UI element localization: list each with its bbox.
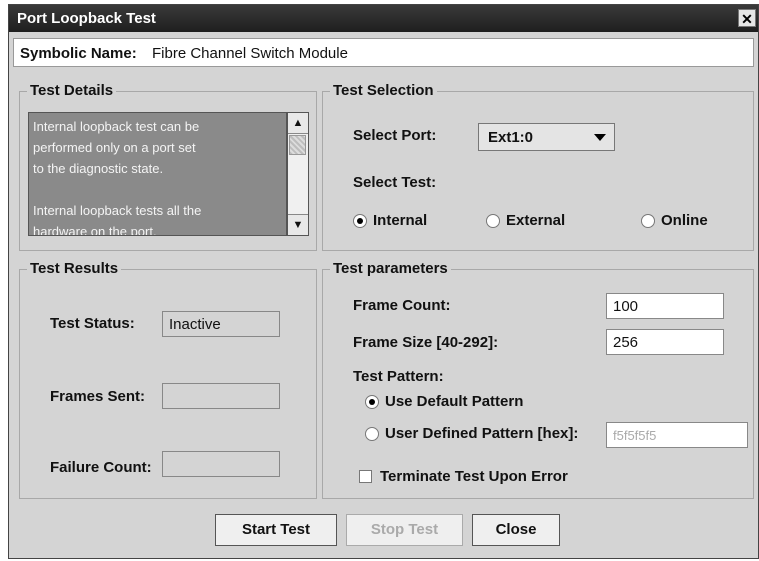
title-bar[interactable]: Port Loopback Test ✕ [9, 5, 758, 32]
chevron-down-icon [594, 134, 606, 141]
port-loopback-dialog: Port Loopback Test ✕ Symbolic Name: Fibr… [8, 4, 759, 559]
symbolic-name-value: Fibre Channel Switch Module [152, 45, 348, 62]
test-results-group: Test Results Test Status: Inactive Frame… [19, 260, 317, 499]
details-line: hardware on the port, [33, 224, 157, 236]
select-port-label: Select Port: [353, 127, 437, 144]
frames-sent-field [162, 383, 280, 409]
close-icon[interactable]: ✕ [738, 9, 756, 27]
user-pattern-input[interactable]: f5f5f5f5 [606, 422, 748, 448]
radio-user-pattern[interactable]: User Defined Pattern [hex]: [365, 425, 578, 442]
scroll-thumb[interactable] [289, 135, 306, 155]
test-parameters-legend: Test parameters [330, 260, 451, 277]
terminate-on-error-checkbox[interactable]: Terminate Test Upon Error [359, 468, 568, 485]
symbolic-name-label: Symbolic Name: [20, 45, 137, 62]
radio-selected-icon [353, 213, 367, 228]
terminate-on-error-label: Terminate Test Upon Error [380, 468, 568, 485]
user-pattern-label: User Defined Pattern [hex]: [385, 425, 579, 442]
test-selection-group: Test Selection Select Port: Ext1:0 Selec… [322, 82, 754, 251]
details-line: Internal loopback tests all the [33, 203, 202, 218]
radio-online[interactable]: Online [641, 212, 708, 229]
port-select[interactable]: Ext1:0 [478, 123, 615, 151]
details-scrollbar[interactable]: ▲ ▼ [287, 112, 309, 236]
frame-count-input[interactable]: 100 [606, 293, 724, 319]
test-parameters-group: Test parameters Frame Count: 100 Frame S… [322, 260, 754, 499]
test-pattern-label: Test Pattern: [353, 368, 444, 385]
radio-online-label: Online [661, 212, 708, 229]
failure-count-label: Failure Count: [50, 459, 152, 476]
test-status-label: Test Status: [50, 315, 135, 332]
close-button[interactable]: Close [472, 514, 560, 546]
checkbox-unchecked-icon [359, 470, 372, 483]
frame-size-label: Frame Size [40-292]: [353, 334, 499, 351]
failure-count-field [162, 451, 280, 477]
default-pattern-label: Use Default Pattern [385, 393, 524, 410]
start-test-button[interactable]: Start Test [215, 514, 337, 546]
test-details-group: Test Details Internal loopback test can … [19, 82, 317, 251]
details-line [33, 179, 282, 200]
radio-unselected-icon [641, 213, 655, 228]
frame-size-input[interactable]: 256 [606, 329, 724, 355]
test-details-text[interactable]: Internal loopback test can be performed … [28, 112, 287, 236]
radio-internal[interactable]: Internal [353, 212, 427, 229]
test-selection-legend: Test Selection [330, 82, 437, 99]
select-test-label: Select Test: [353, 174, 437, 191]
radio-unselected-icon [365, 426, 379, 441]
stop-test-button[interactable]: Stop Test [346, 514, 463, 546]
test-details-legend: Test Details [27, 82, 117, 99]
test-results-legend: Test Results [27, 260, 122, 277]
radio-selected-icon [365, 394, 379, 409]
details-line: to the diagnostic state. [33, 161, 164, 176]
radio-unselected-icon [486, 213, 500, 228]
frame-count-label: Frame Count: [353, 297, 451, 314]
details-line: performed only on a port set [33, 140, 196, 155]
radio-default-pattern[interactable]: Use Default Pattern [365, 393, 523, 410]
port-select-value: Ext1:0 [488, 129, 534, 146]
radio-external-label: External [506, 212, 566, 229]
details-line: Internal loopback test can be [33, 119, 200, 134]
frames-sent-label: Frames Sent: [50, 388, 146, 405]
scroll-down-icon[interactable]: ▼ [288, 214, 308, 235]
test-status-field: Inactive [162, 311, 280, 337]
radio-internal-label: Internal [373, 212, 428, 229]
window-title: Port Loopback Test [17, 10, 156, 27]
symbolic-name-bar: Symbolic Name: Fibre Channel Switch Modu… [13, 38, 754, 67]
radio-external[interactable]: External [486, 212, 565, 229]
scroll-up-icon[interactable]: ▲ [288, 113, 308, 134]
